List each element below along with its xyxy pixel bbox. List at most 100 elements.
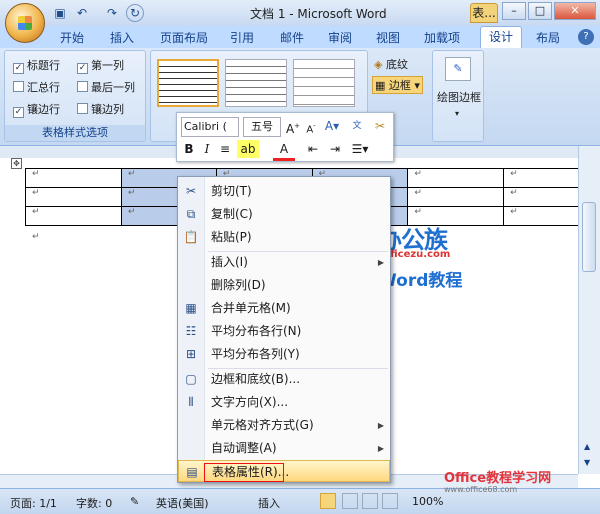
phonetic-icon[interactable]: 文 <box>347 117 367 135</box>
highlight-icon[interactable]: ab <box>237 140 259 158</box>
menu-item-merge-cells[interactable]: ▦ 合并单元格(M) <box>178 297 390 320</box>
insert-mode[interactable]: 插入 <box>258 495 280 511</box>
tab-review[interactable]: 审阅 <box>328 29 352 46</box>
outline-view-icon[interactable] <box>382 493 398 509</box>
option-banded-rows[interactable]: ✓ 镶边行 <box>13 101 60 118</box>
shading-button[interactable]: ◈ 底纹 <box>374 56 408 72</box>
scroll-down-icon[interactable]: ▼ <box>584 458 590 467</box>
menu-item-autofit[interactable]: 自动调整(A) ▶ <box>178 437 390 460</box>
decrease-indent-icon[interactable]: ⇤ <box>305 140 321 158</box>
menu-item-insert[interactable]: 插入(I) ▶ <box>178 251 390 274</box>
undo-icon[interactable]: ↶ <box>74 5 90 21</box>
watermark-corner-title: Office教程学习网 <box>444 471 552 486</box>
tab-layout[interactable]: 布局 <box>536 29 560 46</box>
office-button[interactable] <box>5 3 45 43</box>
menu-item-delete-columns[interactable]: 删除列(D) <box>178 274 390 297</box>
borders-button[interactable]: ▦ 边框 ▾ <box>372 76 423 94</box>
format-painter-icon[interactable]: ✂ <box>371 117 389 135</box>
center-align-icon[interactable]: ≡ <box>217 140 233 158</box>
tab-references[interactable]: 引用 <box>230 29 254 46</box>
maximize-button[interactable]: □ <box>528 2 552 20</box>
vertical-scrollbar[interactable]: ▲ ▼ <box>578 146 600 474</box>
submenu-arrow-icon: ▶ <box>377 258 384 267</box>
bold-button[interactable]: B <box>181 140 197 158</box>
word-count[interactable]: 字数: 0 <box>76 495 112 511</box>
shrink-font-icon[interactable]: A- <box>303 117 319 139</box>
menu-item-borders-shading[interactable]: ▢ 边框和底纹(B)... <box>178 368 390 391</box>
draw-borders-group: ✎ 绘图边框 ▾ <box>432 50 484 142</box>
print-layout-view-icon[interactable] <box>320 493 336 509</box>
save-icon[interactable]: ▣ <box>52 5 68 21</box>
close-button[interactable]: ✕ <box>554 2 596 20</box>
tab-design[interactable]: 设计 <box>480 26 522 48</box>
mini-toolbar: Calibri ( 五号 A+ A- A▾ 文 ✂ B I ≡ ab A ⇤ ⇥… <box>176 112 394 162</box>
font-size-box[interactable]: 五号 <box>243 117 281 137</box>
minimize-button[interactable]: – <box>502 2 526 20</box>
scissors-icon: ✂ <box>185 184 197 198</box>
tab-home[interactable]: 开始 <box>60 29 84 46</box>
menu-item-paste[interactable]: 📋 粘贴(P) <box>178 226 390 249</box>
reading-view-icon[interactable] <box>342 493 358 509</box>
font-name-box[interactable]: Calibri ( <box>181 117 239 137</box>
menu-item-distribute-rows[interactable]: ☷ 平均分布各行(N) <box>178 320 390 343</box>
watermark-corner-url: www.office68.com <box>444 485 518 494</box>
tab-add-ins[interactable]: 加载项 <box>424 29 460 46</box>
ribbon-tabs: 开始 插入 页面布局 引用 邮件 审阅 视图 加载项 设计 布局 ? <box>0 26 600 48</box>
table-style-thumb-light[interactable] <box>293 59 355 107</box>
paragraph-mark: ↵ <box>32 232 40 242</box>
table-properties-icon: ▤ <box>186 465 198 479</box>
option-last-column[interactable]: 最后一列 <box>77 79 135 95</box>
table-style-thumb-lines[interactable] <box>225 59 287 107</box>
borders-shading-icon: ▢ <box>185 372 197 386</box>
styles-icon[interactable]: A▾ <box>321 117 343 135</box>
font-color-button[interactable]: A <box>273 140 295 161</box>
grow-font-icon[interactable]: A+ <box>285 117 301 138</box>
proofing-icon[interactable]: ✎ <box>130 495 139 508</box>
bullets-icon[interactable]: ☰▾ <box>349 140 371 158</box>
option-total-row[interactable]: 汇总行 <box>13 79 60 95</box>
tab-insert[interactable]: 插入 <box>110 29 134 46</box>
table-style-thumb-grid[interactable] <box>157 59 219 107</box>
submenu-arrow-icon: ▶ <box>377 444 384 453</box>
window-title: 文档 1 - Microsoft Word <box>250 7 387 21</box>
repeat-icon[interactable]: ↻ <box>126 4 144 22</box>
tab-page-layout[interactable]: 页面布局 <box>160 29 208 46</box>
tab-view[interactable]: 视图 <box>376 29 400 46</box>
submenu-arrow-icon: ▶ <box>377 421 384 430</box>
menu-item-distribute-columns[interactable]: ⊞ 平均分布各列(Y) <box>178 343 390 366</box>
tab-mailings[interactable]: 邮件 <box>280 29 304 46</box>
menu-item-text-direction[interactable]: ⫴ 文字方向(X)... <box>178 391 390 414</box>
increase-indent-icon[interactable]: ⇥ <box>327 140 343 158</box>
copy-icon: ⧉ <box>186 207 196 221</box>
web-view-icon[interactable] <box>362 493 378 509</box>
page-indicator[interactable]: 页面: 1/1 <box>10 495 57 511</box>
distribute-columns-icon: ⊞ <box>185 347 197 361</box>
option-banded-columns[interactable]: 镶边列 <box>77 101 124 117</box>
draw-borders-label[interactable]: 绘图边框 <box>437 89 481 105</box>
redo-icon[interactable]: ↷ <box>104 5 120 21</box>
menu-item-table-properties[interactable]: ▤ 表格属性(R)... <box>178 460 390 482</box>
option-first-column[interactable]: ✓ 第一列 <box>77 57 124 74</box>
menu-item-cell-alignment[interactable]: 单元格对齐方式(G) ▶ <box>178 414 390 437</box>
group-caption: 表格样式选项 <box>5 125 145 141</box>
text-direction-icon: ⫴ <box>188 395 194 409</box>
language-indicator[interactable]: 英语(美国) <box>156 495 209 511</box>
italic-button[interactable]: I <box>199 140 215 158</box>
menu-item-cut[interactable]: ✂ 剪切(T) <box>178 180 390 203</box>
watermark-brand: 办公族 <box>378 226 448 254</box>
help-icon[interactable]: ? <box>578 29 594 45</box>
scroll-thumb[interactable] <box>582 202 596 272</box>
watermark-corner: Office教程学习网 www.office68.com <box>444 472 600 494</box>
table-style-options-group: ✓ 标题行 ✓ 第一列 汇总行 最后一列 ✓ 镶边行 镶边列 表格样式选项 <box>4 50 146 142</box>
paste-icon: 📋 <box>183 230 199 244</box>
draw-table-icon[interactable]: ✎ <box>445 57 471 81</box>
menu-item-copy[interactable]: ⧉ 复制(C) <box>178 203 390 226</box>
option-header-row[interactable]: ✓ 标题行 <box>13 57 60 74</box>
zoom-level[interactable]: 100% <box>412 495 443 508</box>
context-tab-label[interactable]: 表... <box>470 3 498 23</box>
chevron-down-icon[interactable]: ▾ <box>455 109 459 118</box>
context-menu: ✂ 剪切(T) ⧉ 复制(C) 📋 粘贴(P) 插入(I) ▶ 删除列(D) ▦ 合并单元… <box>177 176 391 483</box>
scroll-up-icon[interactable]: ▲ <box>584 442 590 451</box>
highlight-frame <box>204 463 284 482</box>
table-move-handle-icon[interactable]: ✥ <box>11 158 22 169</box>
